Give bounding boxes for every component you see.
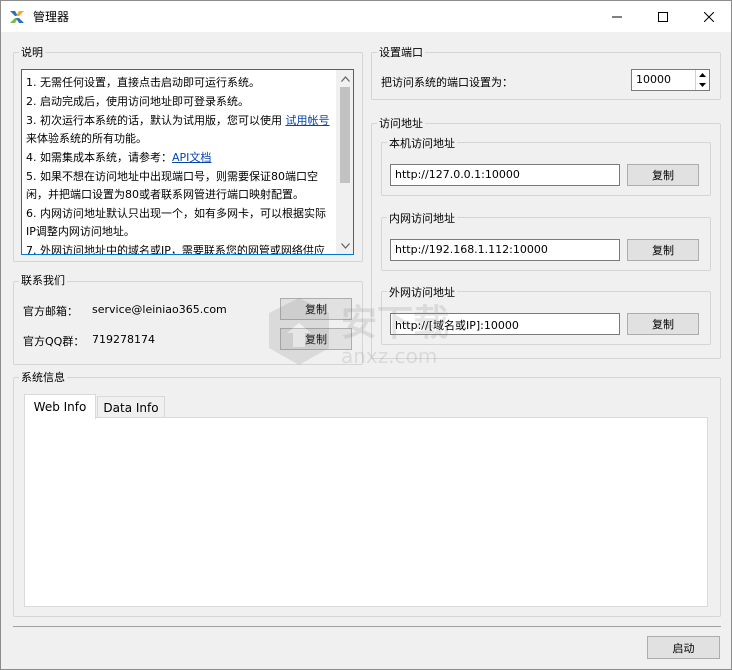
port-stepper-buttons xyxy=(695,70,709,90)
chevron-down-icon xyxy=(341,242,350,249)
wan-address-field[interactable]: http://[域名或IP]:10000 xyxy=(390,313,620,335)
tab-data-info[interactable]: Data Info xyxy=(97,396,165,418)
instruction-item: 6. 内网访问地址默认只出现一个，如有多网卡，可以根据实际IP调整内网访问地址。 xyxy=(26,207,326,238)
arrow-up-icon xyxy=(699,73,706,77)
local-address-label: 本机访问地址 xyxy=(387,135,457,151)
footer-separator xyxy=(13,626,721,627)
system-info-group-label: 系统信息 xyxy=(19,369,67,385)
start-button[interactable]: 启动 xyxy=(647,636,720,659)
email-label: 官方邮箱： xyxy=(23,305,78,318)
qq-label: 官方QQ群： xyxy=(23,335,85,348)
port-label: 把访问系统的端口设置为： xyxy=(381,76,513,89)
arrow-down-icon xyxy=(699,83,706,87)
access-group-label: 访问地址 xyxy=(377,115,425,131)
copy-email-button[interactable]: 复制 xyxy=(280,298,352,320)
copy-lan-address-button[interactable]: 复制 xyxy=(627,239,699,261)
instructions-textbox[interactable]: 1. 无需任何设置，直接点击启动即可运行系统。 2. 启动完成后，使用访问地址即… xyxy=(21,69,354,255)
contact-group-label: 联系我们 xyxy=(19,272,67,288)
local-address-field[interactable]: http://127.0.0.1:10000 xyxy=(390,164,620,186)
increment-button[interactable] xyxy=(696,70,709,80)
copy-wan-address-button[interactable]: 复制 xyxy=(627,313,699,335)
scroll-down-arrow[interactable] xyxy=(337,237,353,254)
web-info-panel[interactable] xyxy=(24,417,708,607)
scroll-thumb[interactable] xyxy=(340,87,350,183)
app-logo-icon xyxy=(10,11,24,23)
instruction-item: 5. 如果不想在访问地址中出现端口号，则需要保证80端口空闲，并把端口设置为80… xyxy=(26,170,318,201)
contact-group xyxy=(13,281,363,365)
minimize-button[interactable] xyxy=(594,1,640,32)
instruction-item: 2. 启动完成后，使用访问地址即可登录系统。 xyxy=(26,95,249,108)
instructions-group-label: 说明 xyxy=(19,44,45,60)
close-icon xyxy=(704,11,714,22)
instructions-list: 1. 无需任何设置，直接点击启动即可运行系统。 2. 启动完成后，使用访问地址即… xyxy=(22,70,353,255)
lan-address-field[interactable]: http://192.168.1.112:10000 xyxy=(390,239,620,261)
instructions-scrollbar[interactable] xyxy=(336,70,353,254)
wan-address-label: 外网访问地址 xyxy=(387,284,457,300)
port-group-label: 设置端口 xyxy=(377,44,425,60)
close-button[interactable] xyxy=(686,1,732,32)
maximize-icon xyxy=(658,11,668,22)
trial-account-link[interactable]: 试用帐号 xyxy=(286,114,330,127)
app-window: 管理器 说明 1. 无需任何设置，直接点击启动即可运行系统。 2. 启动完成后，… xyxy=(0,0,732,670)
window-title: 管理器 xyxy=(33,10,70,24)
instruction-item: 1. 无需任何设置，直接点击启动即可运行系统。 xyxy=(26,76,260,89)
title-bar: 管理器 xyxy=(1,1,731,32)
api-docs-link[interactable]: API文档 xyxy=(172,151,211,164)
copy-local-address-button[interactable]: 复制 xyxy=(627,164,699,186)
copy-qq-button[interactable]: 复制 xyxy=(280,328,352,350)
scroll-up-arrow[interactable] xyxy=(337,70,353,87)
instruction-item: 4. 如需集成本系统，请参考：API文档 xyxy=(26,151,212,164)
maximize-button[interactable] xyxy=(640,1,686,32)
instruction-item: 7. 外网访问地址中的域名或IP，需要联系您的网管或网络供应商 xyxy=(26,244,325,255)
port-value: 10000 xyxy=(636,73,671,86)
decrement-button[interactable] xyxy=(696,80,709,90)
email-value: service@leiniao365.com xyxy=(92,303,227,316)
qq-value: 719278174 xyxy=(92,333,155,346)
tab-web-info[interactable]: Web Info xyxy=(24,394,96,419)
instruction-item: 3. 初次运行本系统的话，默认为试用版，您可以使用 试用帐号 来体验系统的所有功… xyxy=(26,114,330,145)
lan-address-label: 内网访问地址 xyxy=(387,210,457,226)
chevron-up-icon xyxy=(341,75,350,82)
port-stepper[interactable]: 10000 xyxy=(631,69,710,91)
minimize-icon xyxy=(612,16,622,17)
